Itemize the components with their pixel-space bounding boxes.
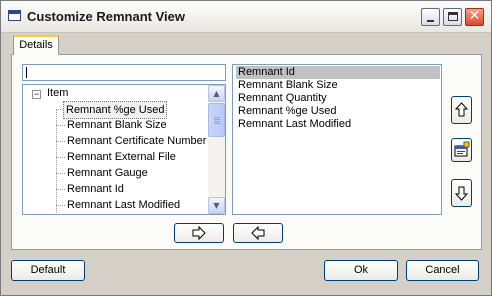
tree-item[interactable]: Remnant Blank Size	[23, 117, 209, 133]
minimize-icon	[427, 20, 434, 22]
default-button[interactable]: Default	[11, 260, 85, 281]
tree-item[interactable]: Remnant %ge Used	[23, 101, 209, 119]
scroll-down-button[interactable]: ▼	[208, 197, 225, 214]
move-down-button[interactable]	[451, 179, 472, 207]
add-column-button[interactable]	[174, 223, 224, 243]
tree-root-item[interactable]: − Item	[23, 85, 209, 101]
grip-line	[214, 119, 220, 120]
window-title: Customize Remnant View	[27, 9, 185, 24]
arrow-down-icon	[454, 186, 469, 201]
cancel-button[interactable]: Cancel	[406, 260, 479, 281]
properties-button[interactable]	[451, 138, 472, 162]
list-item[interactable]: Remnant Quantity	[236, 92, 440, 105]
arrow-right-icon	[192, 225, 206, 241]
tree-item[interactable]: Remnant External File	[23, 149, 209, 165]
tree-item-label: Remnant Last Modified	[67, 199, 181, 211]
arrow-up-icon	[454, 102, 469, 117]
tree-item[interactable]: Remnant Gauge	[23, 165, 209, 181]
grip-line	[214, 123, 220, 124]
move-up-button[interactable]	[451, 96, 472, 124]
list-item[interactable]: Remnant Id	[236, 66, 440, 79]
window-icon	[8, 10, 21, 21]
collapse-icon[interactable]: −	[32, 90, 41, 99]
ok-button[interactable]: Ok	[324, 260, 398, 281]
maximize-button[interactable]	[443, 8, 462, 26]
grip-line	[214, 121, 220, 122]
title-bar[interactable]: Customize Remnant View ✕	[1, 1, 491, 33]
tree-item-label: Remnant Id	[67, 183, 124, 195]
tab-details[interactable]: Details	[13, 35, 59, 55]
text-caret	[26, 67, 27, 78]
list-item[interactable]: Remnant Blank Size	[236, 79, 440, 92]
scroll-thumb[interactable]	[208, 103, 225, 137]
tree-scrollbar[interactable]: ▲ ▼	[208, 85, 225, 214]
grip-line	[214, 117, 220, 118]
minimize-button[interactable]	[421, 8, 440, 26]
tree-item-label: Remnant Certificate Number	[67, 135, 207, 147]
properties-icon	[454, 141, 470, 157]
list-item[interactable]: Remnant %ge Used	[236, 105, 440, 118]
tree-item[interactable]: Remnant Id	[23, 181, 209, 197]
available-fields-tree[interactable]: − Item Remnant %ge Used Remnant Blank Siz…	[22, 84, 226, 215]
tree-item[interactable]: Remnant Certificate Number	[23, 133, 209, 149]
customize-remnant-view-dialog: Customize Remnant View ✕ Details − Item …	[0, 0, 492, 296]
tree-item-label: Remnant Gauge	[67, 167, 148, 179]
close-icon: ✕	[468, 8, 481, 24]
search-input[interactable]	[22, 64, 226, 81]
tree-item-label: Remnant External File	[67, 151, 176, 163]
tree-item[interactable]: Remnant Last Modified	[23, 197, 209, 213]
close-button[interactable]: ✕	[465, 8, 484, 26]
list-item[interactable]: Remnant Last Modified	[236, 118, 440, 131]
scroll-up-button[interactable]: ▲	[208, 85, 225, 102]
selected-columns-list[interactable]: Remnant Id Remnant Blank Size Remnant Quan…	[232, 64, 442, 215]
tree-item-label: Remnant Blank Size	[67, 119, 167, 131]
maximize-icon	[448, 12, 458, 21]
tree-root-label: Item	[47, 87, 69, 99]
arrow-left-icon	[251, 225, 265, 241]
remove-column-button[interactable]	[233, 223, 283, 243]
